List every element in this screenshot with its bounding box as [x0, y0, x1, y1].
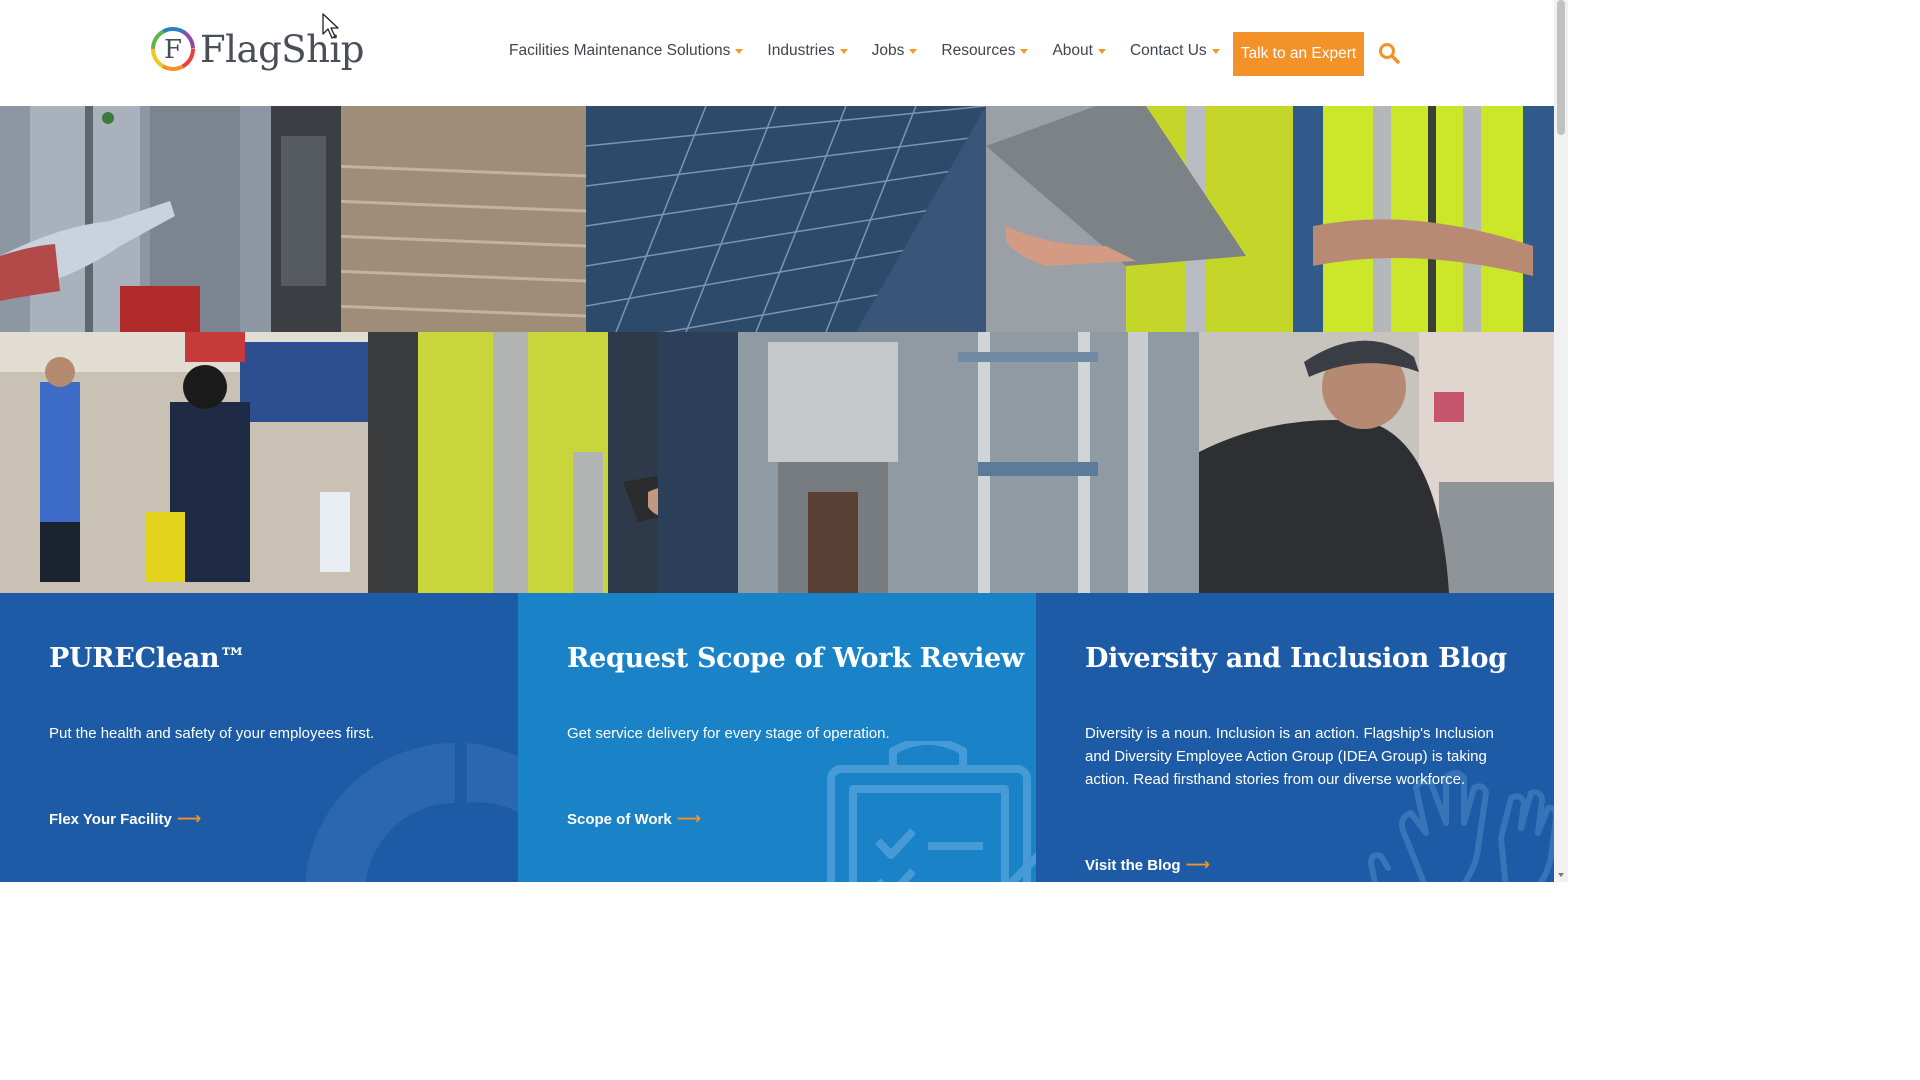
photo-tile-electrical-panel [0, 106, 271, 332]
clipboard-checklist-icon [827, 741, 1036, 882]
card-title: Diversity and Inclusion Blog [1085, 643, 1507, 674]
link-label: Visit the Blog [1085, 856, 1181, 874]
talk-to-an-expert-button[interactable]: Talk to an Expert [1233, 32, 1364, 76]
search-icon[interactable] [1378, 42, 1400, 64]
caret-down-icon [839, 49, 848, 54]
scrollbar-thumb[interactable] [1557, 0, 1565, 135]
card-title: PUREClean™ [49, 643, 246, 674]
scope-of-work-link[interactable]: Scope of Work ⟶ [567, 809, 701, 829]
site-header: F FlagShip Facilities Maintenance Soluti… [0, 0, 1554, 106]
photo-tile-worker-tablet [368, 332, 658, 593]
nav-label: Facilities Maintenance Solutions [509, 42, 731, 59]
card-diversity-blog: Diversity and Inclusion Blog Diversity i… [1036, 593, 1554, 882]
scroll-down-arrow-icon[interactable] [1558, 873, 1564, 877]
photo-tile-solar-panels [586, 106, 986, 332]
caret-down-icon [1020, 49, 1029, 54]
card-title: Request Scope of Work Review [567, 643, 1024, 674]
caret-down-icon [909, 49, 918, 54]
nav-contact-us[interactable]: Contact Us [1130, 42, 1220, 60]
flex-your-facility-link[interactable]: Flex Your Facility ⟶ [49, 809, 201, 829]
nav-jobs[interactable]: Jobs [872, 42, 918, 60]
nav-label: Jobs [871, 42, 905, 59]
nav-about[interactable]: About [1052, 42, 1106, 60]
arrow-right-icon: ⟶ [676, 809, 702, 828]
mouse-cursor-icon [322, 13, 339, 39]
card-text: Diversity is a noun. Inclusion is an act… [1085, 725, 1494, 788]
arrow-right-icon: ⟶ [176, 809, 202, 828]
link-label: Flex Your Facility [49, 810, 172, 828]
flagship-logo-icon: F [151, 27, 195, 71]
link-label: Scope of Work [567, 810, 672, 828]
nav-label: Resources [941, 42, 1016, 59]
card-scope-of-work: Request Scope of Work Review Get service… [518, 593, 1036, 882]
card-text: Put the health and safety of your employ… [49, 725, 375, 742]
feature-cards: PUREClean™ Put the health and safety of … [0, 593, 1554, 882]
nav-resources[interactable]: Resources [941, 42, 1029, 60]
photo-tile-airport-cleaning [0, 332, 368, 593]
hero-photo-collage [0, 106, 1554, 593]
arrow-right-icon: ⟶ [1185, 855, 1210, 874]
pie-chart-icon [305, 743, 518, 882]
photo-tile-worker-laptop [986, 106, 1293, 332]
nav-label: Industries [767, 42, 835, 59]
nav-label: About [1052, 42, 1093, 59]
svg-text:F: F [164, 35, 182, 65]
card-text: Get service delivery for every stage of … [567, 725, 890, 742]
main-nav: Facilities Maintenance Solutions Industr… [509, 42, 1244, 60]
visit-the-blog-link[interactable]: Visit the Blog ⟶ [1085, 855, 1210, 875]
caret-down-icon [1211, 49, 1220, 54]
page: F FlagShip Facilities Maintenance Soluti… [0, 0, 1568, 882]
photo-tile-worker-safety-vest [1293, 106, 1554, 332]
page-scrollbar[interactable] [1554, 0, 1568, 882]
caret-down-icon [735, 49, 744, 54]
nav-facilities-maintenance-solutions[interactable]: Facilities Maintenance Solutions [509, 42, 744, 60]
nav-industries[interactable]: Industries [767, 42, 848, 60]
photo-tile-industrial-equipment [658, 332, 1199, 593]
card-pureclean: PUREClean™ Put the health and safety of … [0, 593, 518, 882]
caret-down-icon [1097, 49, 1106, 54]
photo-tile-kitchen-worker [1199, 332, 1554, 593]
nav-label: Contact Us [1129, 42, 1207, 59]
photo-tile-floor-machine [271, 106, 586, 332]
